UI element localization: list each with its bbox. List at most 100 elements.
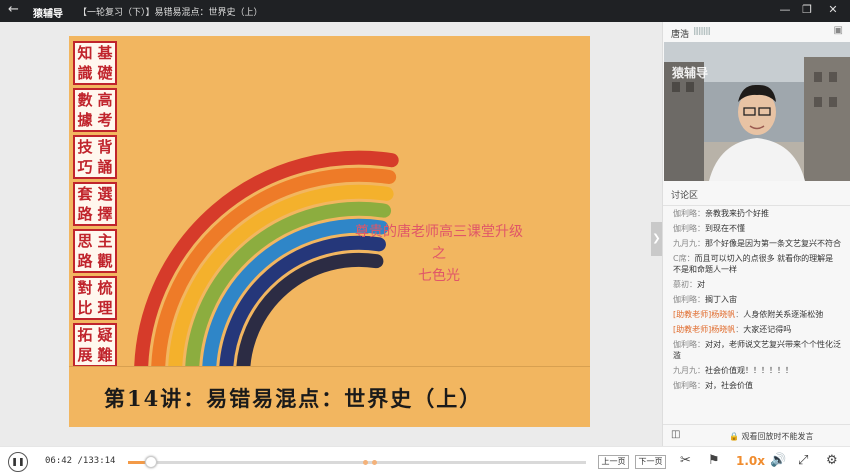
- chat-message: 伽利略：搁丁入宙: [663, 292, 850, 307]
- app-name: 猿辅导: [33, 9, 63, 20]
- fullscreen-icon[interactable]: ⤢: [798, 453, 808, 468]
- seal-char: 基: [97, 44, 113, 62]
- seal-stamp: 拓疑展難: [73, 323, 117, 367]
- teacher-video: 猿辅导: [664, 42, 850, 181]
- chat-text: 到现在不懂: [705, 224, 745, 233]
- seal-char: 套: [77, 185, 93, 203]
- seal-stamp: 技背巧誦: [73, 135, 117, 179]
- chat-message: 九月九：社会价值观！！！！！！: [663, 363, 850, 378]
- chat-username: 九月九: [673, 366, 697, 375]
- chat-username: 伽利略: [673, 209, 697, 218]
- seal-char: 巧: [77, 158, 93, 176]
- volume-icon[interactable]: 🔊: [770, 453, 786, 468]
- current-time: 06:42: [45, 456, 73, 466]
- chat-text: 对: [697, 280, 705, 289]
- restore-icon[interactable]: ❐: [800, 3, 814, 16]
- seal-char: 路: [77, 252, 93, 270]
- seal-char: 疑: [97, 326, 113, 344]
- lock-notice: 🔒 观看回放时不能发言: [729, 431, 814, 442]
- player-controls: ❚❚ 06:42 /133:14 上一页 下一页 ✂ ⚑ 1.0x 🔊 ⤢ ⚙: [0, 446, 850, 476]
- back-arrow-icon[interactable]: ←: [8, 2, 19, 17]
- chat-message: 伽利略：对，社会价值: [663, 378, 850, 393]
- seal-stamp: 數高據考: [73, 88, 117, 132]
- seal-char: 主: [97, 232, 113, 250]
- chat-message: 慕初：对: [663, 277, 850, 292]
- lesson-title: 【一轮复习（下）】易错易混点：世界史（上）: [78, 8, 263, 18]
- teacher-bar: 唐浩 |||||||||| ▣: [663, 22, 850, 42]
- seal-char: 數: [77, 91, 93, 109]
- minimize-icon[interactable]: —: [778, 3, 792, 16]
- seal-char: 擇: [97, 205, 113, 223]
- prev-page-button[interactable]: 上一页: [598, 455, 629, 469]
- chat-separator: ：: [697, 239, 705, 248]
- seal-char: 梳: [97, 279, 113, 297]
- chat-username: 伽利略: [673, 295, 697, 304]
- seal-stamp: 套選路擇: [73, 182, 117, 226]
- progress-track[interactable]: [128, 461, 586, 464]
- chat-footer: ◫ 🔒 观看回放时不能发言: [663, 424, 850, 446]
- video-watermark: 猿辅导: [672, 66, 709, 80]
- chat-text: 亲教我来扔个好推: [705, 209, 769, 218]
- close-icon[interactable]: ✕: [826, 3, 840, 16]
- chat-username: 伽利略: [673, 340, 697, 349]
- chat-message: [助教老师]杨晓帆：大家还记得吗: [663, 322, 850, 337]
- settings-icon[interactable]: ⚙: [826, 453, 838, 468]
- collapse-panel-chevron-icon[interactable]: ❯: [651, 222, 662, 256]
- chat-separator: ：: [697, 224, 705, 233]
- chat-list[interactable]: 伽利略：亲教我来扔个好推 伽利略：到现在不懂 九月九：那个好像是因为第一条文艺复兴不…: [663, 205, 850, 419]
- seal-stamp: 對梳比理: [73, 276, 117, 320]
- seal-char: 展: [77, 346, 93, 364]
- chat-separator: ：: [697, 366, 705, 375]
- seal-char: 知: [77, 44, 93, 62]
- seal-char: 誦: [97, 158, 113, 176]
- replay-notice-text: 观看回放时不能发言: [741, 432, 814, 441]
- title-bar: ← 猿辅导 【一轮复习（下）】易错易混点：世界史（上） — ❐ ✕: [0, 0, 850, 22]
- chapter-marker[interactable]: [363, 460, 368, 465]
- seal-char: 識: [77, 64, 93, 82]
- seal-column: 知基識礎數高據考技背巧誦套選路擇思主路觀對梳比理拓疑展難: [73, 41, 117, 370]
- chat-message: [助教老师]杨晓帆：人身依附关系逐渐松弛: [663, 307, 850, 322]
- flag-icon[interactable]: ⚑: [708, 453, 720, 468]
- camera-off-icon[interactable]: ▣: [834, 25, 843, 36]
- chat-separator: ：: [697, 295, 705, 304]
- seal-stamp: 知基識礎: [73, 41, 117, 85]
- chapter-marker[interactable]: [372, 460, 377, 465]
- slide-subtitle-line3: 七色光: [418, 268, 460, 284]
- teacher-video-frame: [664, 42, 850, 181]
- seal-char: 礎: [97, 64, 113, 82]
- seal-char: 拓: [77, 326, 93, 344]
- chat-text: 大家还记得吗: [743, 325, 792, 334]
- slide-subtitle-line1: 尊贵的唐老师高三课堂升级: [355, 224, 523, 240]
- total-time: /133:14: [77, 456, 116, 466]
- chat-separator: ：: [689, 280, 697, 289]
- seal-char: 據: [77, 111, 93, 129]
- chat-username: [助教老师]杨晓帆: [673, 325, 736, 334]
- teacher-name: 唐浩: [671, 30, 690, 40]
- chat-text: 那个好像是因为第一条文艺复兴不符合: [705, 239, 841, 248]
- pause-button[interactable]: ❚❚: [8, 452, 28, 472]
- playback-speed-button[interactable]: 1.0x: [736, 454, 765, 468]
- lock-icon: 🔒: [729, 432, 739, 441]
- seal-stamp: 思主路觀: [73, 229, 117, 273]
- chat-message: 伽利略：对对，老师说文艺复兴带来个个性化泛滥: [663, 337, 850, 363]
- chat-message: 伽利略：到现在不懂: [663, 221, 850, 236]
- rainbow-graphic: [134, 150, 399, 366]
- chat-text: 社会价值观！！！！！！: [705, 366, 793, 375]
- progress-knob[interactable]: [144, 456, 157, 468]
- signal-bars: ||||||||||: [693, 26, 711, 35]
- seal-char: 思: [77, 232, 93, 250]
- chat-text: 对，社会价值: [705, 381, 753, 390]
- seal-char: 觀: [97, 252, 113, 270]
- seal-char: 高: [97, 91, 113, 109]
- scissors-icon[interactable]: ✂: [680, 453, 691, 468]
- chat-username: 九月九: [673, 239, 697, 248]
- seal-char: 對: [77, 279, 93, 297]
- time-readout: 06:42 /133:14: [45, 456, 115, 466]
- screenshot-icon[interactable]: ◫: [671, 429, 680, 440]
- seal-char: 選: [97, 185, 113, 203]
- next-page-button[interactable]: 下一页: [635, 455, 666, 469]
- seal-char: 技: [77, 138, 93, 156]
- chat-separator: ：: [686, 254, 695, 263]
- lesson-slide: 知基識礎數高據考技背巧誦套選路擇思主路觀對梳比理拓疑展難 尊贵的唐老师高三课堂升…: [69, 36, 590, 427]
- chat-message: 九月九：那个好像是因为第一条文艺复兴不符合: [663, 236, 850, 251]
